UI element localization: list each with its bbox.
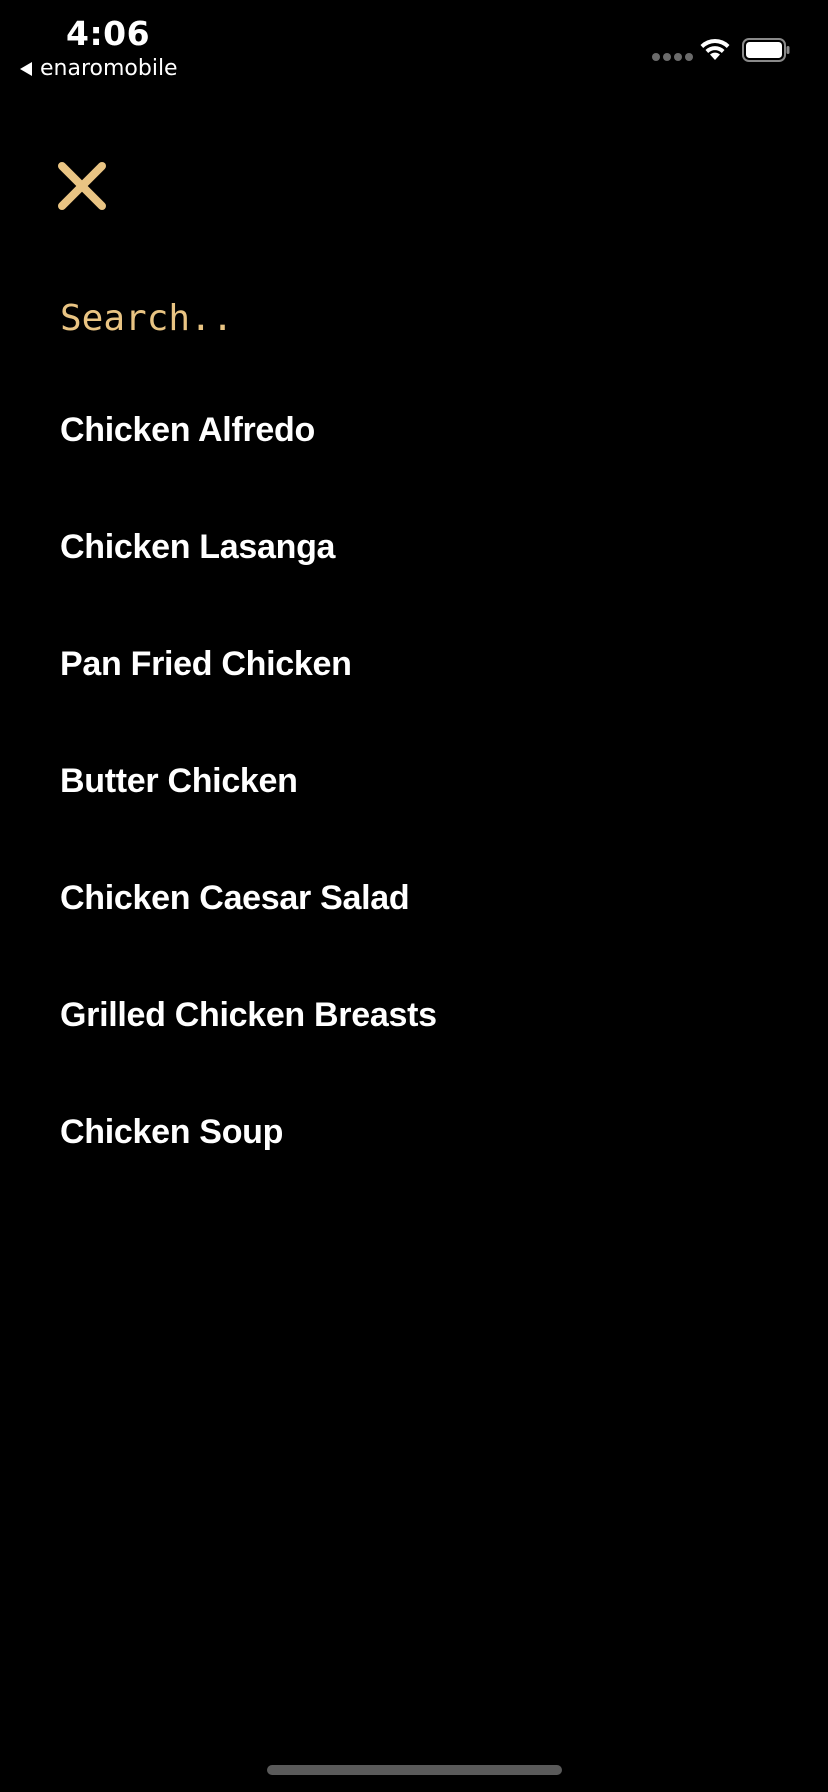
battery-icon xyxy=(742,38,790,62)
back-triangle-icon xyxy=(20,61,32,76)
home-indicator[interactable] xyxy=(267,1765,562,1775)
back-to-app-link[interactable]: enaromobile xyxy=(20,56,178,81)
search-input[interactable] xyxy=(60,290,760,346)
status-time: 4:06 xyxy=(66,14,151,53)
signal-dots-icon xyxy=(652,53,693,61)
back-app-label: enaromobile xyxy=(40,56,178,81)
close-icon xyxy=(58,162,106,210)
result-item-pan-fried-chicken[interactable]: Pan Fried Chicken xyxy=(60,632,437,749)
result-item-butter-chicken[interactable]: Butter Chicken xyxy=(60,749,437,866)
result-item-chicken-lasanga[interactable]: Chicken Lasanga xyxy=(60,515,437,632)
result-item-chicken-alfredo[interactable]: Chicken Alfredo xyxy=(60,398,437,515)
result-item-grilled-chicken-breasts[interactable]: Grilled Chicken Breasts xyxy=(60,983,437,1100)
status-bar: 4:06 enaromobile xyxy=(0,0,828,90)
wifi-icon xyxy=(700,38,730,60)
search-results-list: Chicken Alfredo Chicken Lasanga Pan Frie… xyxy=(60,398,437,1217)
result-item-chicken-caesar-salad[interactable]: Chicken Caesar Salad xyxy=(60,866,437,983)
result-item-chicken-soup[interactable]: Chicken Soup xyxy=(60,1100,437,1217)
close-button[interactable] xyxy=(56,160,108,212)
